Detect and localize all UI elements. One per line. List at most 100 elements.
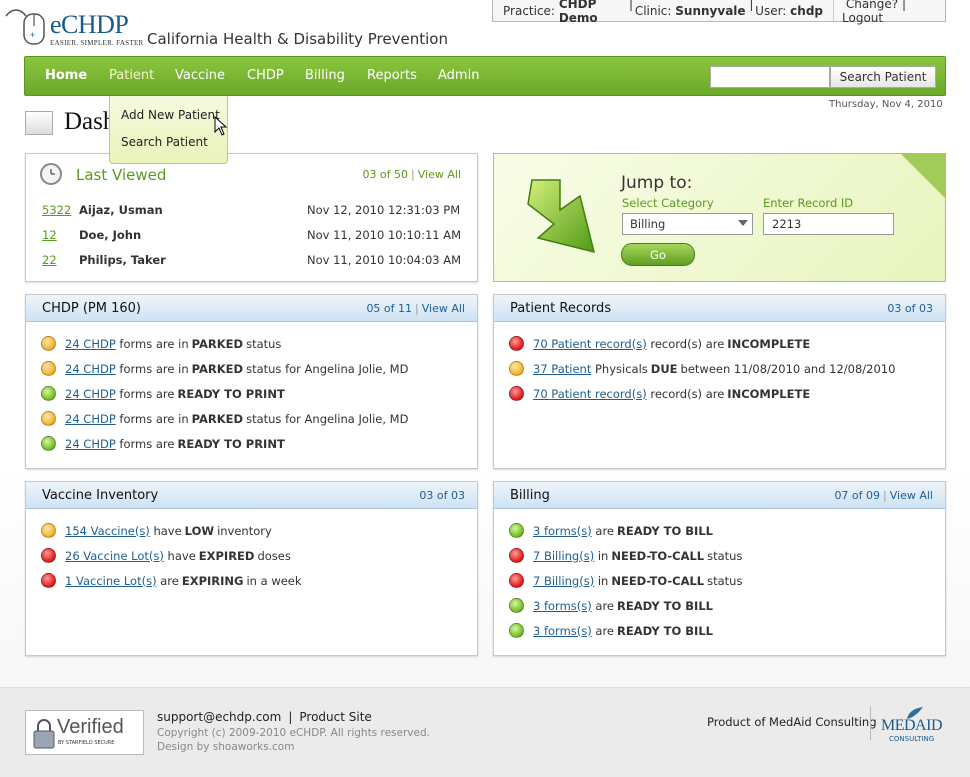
list-item: 24 CHDP forms are in PARKED status for Ang… (41, 411, 408, 426)
lock-icon (33, 719, 55, 749)
svg-text:+: + (30, 30, 35, 40)
record-id-label: Enter Record ID (763, 196, 854, 210)
list-item: 26 Vaccine Lot(s) have EXPIRED doses (41, 548, 291, 563)
item-link[interactable]: 37 Patient (533, 362, 591, 376)
nav-home[interactable]: Home (45, 68, 87, 83)
clinic-label: Clinic: (634, 3, 672, 18)
patient-search-input[interactable] (710, 66, 830, 88)
dashboard-icon (25, 111, 53, 135)
last-viewed-title: Last Viewed (76, 166, 167, 184)
panel-count-text: 05 of 11 (366, 302, 413, 315)
panel-header: Billing 07 of 09 | View All (494, 482, 945, 509)
item-status: NEED-TO-CALL (611, 573, 705, 588)
item-text-suffix: status (707, 573, 743, 588)
item-status: INCOMPLETE (727, 386, 811, 401)
logout-link[interactable]: Logout (842, 11, 883, 25)
list-item: 70 Patient record(s) record(s) are INCOMP… (509, 386, 813, 401)
footer: Verified BY STARFIELD SECURE support@ech… (0, 687, 970, 777)
view-all-link[interactable]: View All (890, 489, 933, 502)
panel-header: Vaccine Inventory 03 of 03 (26, 482, 477, 509)
item-link[interactable]: 70 Patient record(s) (533, 337, 647, 351)
item-link[interactable]: 26 Vaccine Lot(s) (65, 549, 164, 563)
nav-chdp[interactable]: CHDP (247, 68, 284, 83)
list-item: 24 CHDP forms are READY TO PRINT (41, 386, 288, 401)
logo-tagline: EASIER. SIMPLER. FASTER (50, 39, 144, 47)
product-site-link[interactable]: Product Site (299, 710, 371, 724)
nav-patient[interactable]: Patient (109, 68, 154, 83)
item-link[interactable]: 24 CHDP (65, 337, 116, 351)
item-link[interactable]: 70 Patient record(s) (533, 387, 647, 401)
item-status: READY TO BILL (617, 523, 713, 538)
list-item: 3 forms(s) are READY TO BILL (509, 623, 716, 638)
nav-admin[interactable]: Admin (438, 68, 479, 83)
patient-id-link[interactable]: 5322 (42, 203, 71, 217)
search-patient-button[interactable]: Search Patient (830, 66, 936, 88)
patient-id-link[interactable]: 22 (42, 253, 57, 267)
status-green-icon (509, 523, 524, 538)
item-link[interactable]: 24 CHDP (65, 437, 116, 451)
item-status: READY TO BILL (617, 598, 713, 613)
last-viewed-count-text: 03 of 50 (362, 168, 409, 181)
design-credit[interactable]: Design by shoaworks.com (157, 741, 294, 753)
panel-count: 07 of 09 | View All (834, 489, 933, 502)
patient-dropdown-menu: Add New Patient Search Patient (109, 96, 228, 164)
support-email-link[interactable]: support@echdp.com (157, 710, 281, 724)
viewed-date: Nov 11, 2010 10:04:03 AM (307, 253, 462, 267)
nav-billing[interactable]: Billing (305, 68, 345, 83)
mouse-icon: + (5, 9, 45, 45)
item-link[interactable]: 7 Billing(s) (533, 549, 594, 563)
item-link[interactable]: 24 CHDP (65, 362, 116, 376)
item-link[interactable]: 154 Vaccine(s) (65, 524, 150, 538)
last-viewed-view-all[interactable]: View All (418, 168, 461, 181)
item-link[interactable]: 7 Billing(s) (533, 574, 594, 588)
item-link[interactable]: 3 forms(s) (533, 624, 592, 638)
practice-info: Practice: CHDP Demo | Clinic: Sunnyvale … (493, 0, 835, 25)
status-orange-icon (41, 361, 56, 376)
patient-name: Doe, John (79, 228, 142, 242)
list-item: 70 Patient record(s) record(s) are INCOMP… (509, 336, 813, 351)
item-text-suffix: in a week (246, 573, 302, 588)
patient-id-link[interactable]: 12 (42, 228, 57, 242)
item-link[interactable]: 1 Vaccine Lot(s) (65, 574, 157, 588)
view-all-link[interactable]: View All (422, 302, 465, 315)
list-item: 154 Vaccine(s) have LOW inventory (41, 523, 272, 538)
category-select[interactable]: Billing (622, 213, 753, 235)
item-link[interactable]: 24 CHDP (65, 412, 116, 426)
item-text: record(s) are (650, 336, 725, 351)
echdp-logo[interactable]: + eCHDP EASIER. SIMPLER. FASTER (4, 6, 144, 48)
vaccine-inventory-panel: Vaccine Inventory 03 of 03 154 Vaccine(s… (25, 481, 478, 656)
item-text-suffix: status (707, 548, 743, 563)
copyright: Copyright (c) 2009-2010 eCHDP. All right… (157, 727, 430, 739)
record-id-input[interactable]: 2213 (763, 213, 894, 235)
list-item: 1 Vaccine Lot(s) are EXPIRING in a week (41, 573, 302, 588)
last-viewed-panel: Last Viewed 03 of 50 | View All 5322 Aijaz,… (25, 153, 478, 282)
verified-badge[interactable]: Verified BY STARFIELD SECURE (25, 710, 144, 755)
menu-item-add-new-patient[interactable]: Add New Patient (121, 108, 220, 122)
panel-header: Patient Records 03 of 03 (494, 295, 945, 322)
viewed-date: Nov 12, 2010 12:31:03 PM (307, 203, 461, 217)
item-text: forms are in (119, 336, 189, 351)
list-item: 3 forms(s) are READY TO BILL (509, 598, 716, 613)
item-text: in (597, 548, 609, 563)
verified-text: Verified (57, 716, 124, 738)
chevron-down-icon (738, 220, 748, 226)
medaid-logo[interactable]: MEDAID CONSULTING (870, 706, 946, 743)
page: + eCHDP EASIER. SIMPLER. FASTER Californ… (0, 0, 970, 777)
item-link[interactable]: 3 forms(s) (533, 524, 592, 538)
item-status: PARKED (191, 411, 244, 426)
item-status: DUE (650, 361, 678, 376)
item-link[interactable]: 3 forms(s) (533, 599, 592, 613)
medaid-logo-text: MEDAID (881, 717, 943, 734)
nav-vaccine[interactable]: Vaccine (175, 68, 225, 83)
item-text-suffix: doses (257, 548, 291, 563)
change-link[interactable]: Change? (846, 0, 898, 11)
item-link[interactable]: 24 CHDP (65, 387, 116, 401)
go-button[interactable]: Go (621, 243, 695, 266)
clock-icon (40, 163, 62, 185)
mouse-cursor-icon (214, 116, 228, 136)
nav-reports[interactable]: Reports (367, 68, 417, 83)
panel-title: Patient Records (510, 301, 612, 316)
current-date: Thursday, Nov 4, 2010 (829, 99, 943, 110)
menu-item-search-patient[interactable]: Search Patient (121, 135, 208, 149)
item-text-suffix: inventory (217, 523, 272, 538)
